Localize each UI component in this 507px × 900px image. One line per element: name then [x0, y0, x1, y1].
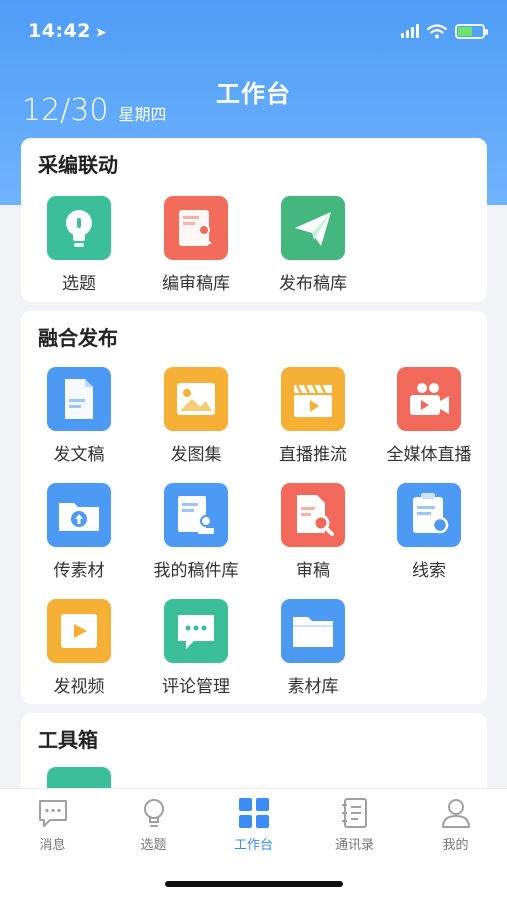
grid-item-label: 审稿 [296, 561, 330, 581]
tab-topics[interactable]: 选题 [103, 795, 204, 853]
image-icon [164, 367, 228, 431]
tab-workbench[interactable]: 工作台 [203, 795, 304, 853]
grid-item-comment-management[interactable]: 评论管理 [138, 599, 254, 697]
cellular-signal-icon [401, 24, 419, 38]
grid-item-review[interactable]: 审稿 [255, 483, 371, 581]
user-icon [441, 799, 470, 828]
editor-document-icon [164, 196, 228, 260]
tab-label: 通讯录 [334, 838, 374, 853]
grid-item-upload-material[interactable]: 传素材 [21, 483, 137, 581]
message-icon [38, 800, 67, 827]
paper-plane-icon [281, 196, 345, 260]
grid-item-omni-live[interactable]: 全媒体直播 [371, 367, 487, 465]
folder-icon [281, 599, 345, 663]
contacts-book-icon [341, 798, 367, 828]
grid-item-my-manuscripts[interactable]: 我的稿件库 [138, 483, 254, 581]
grid-item-topic[interactable]: 选题 [21, 196, 137, 294]
status-bar: 14:42 ➤ [0, 0, 507, 62]
cloud-upload-folder-icon [47, 483, 111, 547]
grid-item-label: 我的稿件库 [153, 561, 239, 581]
tab-label: 选题 [140, 838, 167, 853]
grid-item-label: 编审稿库 [162, 274, 230, 294]
status-time-text: 14:42 [28, 20, 91, 42]
grid-item-label: 发布稿库 [279, 274, 347, 294]
grid-item-live-stream[interactable]: 直播推流 [255, 367, 371, 465]
weekday-text: 星期四 [118, 105, 167, 124]
grid-item-label: 传素材 [53, 561, 105, 581]
grid-item-label: 直播推流 [279, 445, 347, 465]
tab-label: 工作台 [233, 838, 273, 853]
clapperboard-icon [281, 367, 345, 431]
lightbulb-icon [47, 196, 111, 260]
video-play-icon [47, 599, 111, 663]
grid-item-label: 选题 [62, 274, 96, 294]
tab-messages[interactable]: 消息 [2, 795, 103, 853]
section-card-collab: 采编联动 选题 编审稿库 发布稿库 [21, 138, 487, 302]
grid-item-publish-library[interactable]: 发布稿库 [255, 196, 371, 294]
section-title: 融合发布 [38, 326, 118, 350]
grid-item-label: 全媒体直播 [386, 445, 472, 465]
document-search-icon [281, 483, 345, 547]
home-indicator[interactable] [165, 881, 343, 887]
wifi-icon [427, 23, 447, 38]
grid-item-label: 评论管理 [162, 677, 230, 697]
grid-item-label: 发文稿 [53, 445, 105, 465]
lightbulb-icon [143, 799, 164, 827]
grid-item-material-library[interactable]: 素材库 [255, 599, 371, 697]
date-text: 12/30 [22, 93, 109, 128]
section-title: 采编联动 [38, 153, 118, 177]
tab-me[interactable]: 我的 [405, 795, 506, 853]
grid-item-label: 素材库 [287, 677, 339, 697]
tab-label: 消息 [39, 838, 66, 853]
date-display: 12/30 星期四 [22, 93, 166, 128]
tab-label: 我的 [442, 838, 469, 853]
section-card-publish: 融合发布 发文稿 发图集 直播推流 全媒体直播 传素材 我的稿件库 审稿 线索 … [21, 311, 487, 704]
document-stamp-icon [164, 483, 228, 547]
grid-item-post-video[interactable]: 发视频 [21, 599, 137, 697]
grid-item-label: 发视频 [53, 677, 105, 697]
grid-item-post-gallery[interactable]: 发图集 [138, 367, 254, 465]
section-title: 工具箱 [38, 728, 98, 752]
comment-bubble-icon [164, 599, 228, 663]
status-time: 14:42 ➤ [28, 20, 107, 42]
grid-item-label: 线索 [412, 561, 446, 581]
grid-item-editor-library[interactable]: 编审稿库 [138, 196, 254, 294]
grid-item-clues[interactable]: 线索 [371, 483, 487, 581]
clipboard-clue-icon [397, 483, 461, 547]
tab-contacts[interactable]: 通讯录 [304, 795, 405, 853]
grid-icon [238, 798, 269, 828]
grid-item-label: 发图集 [170, 445, 222, 465]
status-icons [401, 22, 488, 40]
battery-charging-icon [455, 23, 488, 39]
grid-item-post-article[interactable]: 发文稿 [21, 367, 137, 465]
document-icon [47, 367, 111, 431]
video-camera-icon [397, 367, 461, 431]
location-arrow-icon: ➤ [94, 25, 108, 41]
